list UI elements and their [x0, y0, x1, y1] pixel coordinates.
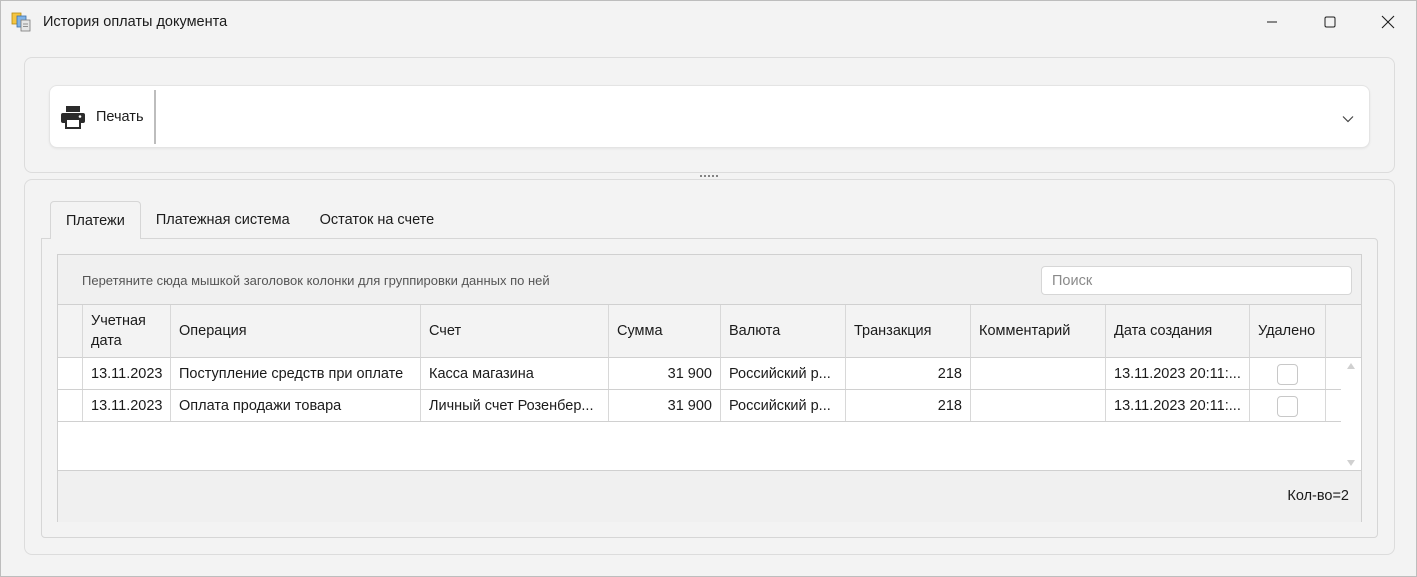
close-button[interactable] [1359, 1, 1417, 43]
col-header-deleted[interactable]: Удалено [1250, 305, 1326, 358]
tab-account-balance[interactable]: Остаток на счете [305, 201, 450, 239]
window-title: История оплаты документа [43, 14, 228, 30]
scroll-down-icon[interactable] [1346, 459, 1356, 467]
vertical-scrollbar[interactable] [1341, 358, 1361, 471]
printer-icon [61, 106, 85, 129]
cell-created[interactable]: 13.11.2023 20:11:... [1106, 390, 1250, 422]
cell-transaction[interactable]: 218 [846, 358, 971, 390]
cell-created[interactable]: 13.11.2023 20:11:... [1106, 358, 1250, 390]
col-header-amount[interactable]: Сумма [609, 305, 721, 358]
maximize-icon [1324, 16, 1336, 28]
cell-comment[interactable] [971, 390, 1106, 422]
header-filler [1326, 305, 1361, 358]
search-input[interactable] [1041, 266, 1352, 295]
cell-comment[interactable] [971, 358, 1106, 390]
title-bar: История оплаты документа [1, 1, 1416, 43]
minimize-button[interactable] [1243, 1, 1301, 43]
col-header-transaction[interactable]: Транзакция [846, 305, 971, 358]
cell-currency[interactable]: Российский р... [721, 358, 846, 390]
payment-history-window: История оплаты документа Печать Платежи … [0, 0, 1417, 577]
cell-account[interactable]: Личный счет Розенбер... [421, 390, 609, 422]
deleted-checkbox[interactable] [1277, 363, 1298, 385]
ribbon-expand-button[interactable] [1341, 112, 1355, 126]
minimize-icon [1267, 21, 1277, 23]
row-count: Кол-во=2 [1287, 488, 1349, 504]
group-by-panel[interactable]: Перетяните сюда мышкой заголовок колонки… [58, 255, 1361, 305]
cell-account[interactable]: Касса магазина [421, 358, 609, 390]
tab-payments[interactable]: Платежи [50, 201, 141, 239]
print-button[interactable]: Печать [60, 100, 154, 134]
deleted-checkbox[interactable] [1277, 395, 1298, 417]
row-divider [58, 421, 1341, 422]
row-indicator-header [58, 305, 83, 358]
cell-amount[interactable]: 31 900 [609, 358, 721, 390]
ribbon-toolbar: Печать [49, 85, 1370, 148]
cell-amount[interactable]: 31 900 [609, 390, 721, 422]
row-indicator[interactable] [58, 390, 83, 422]
close-icon [1381, 15, 1395, 29]
ribbon-separator [154, 90, 156, 144]
col-header-date[interactable]: Учетная дата [83, 305, 171, 358]
cell-currency[interactable]: Российский р... [721, 390, 846, 422]
row-indicator[interactable] [58, 358, 83, 390]
cell-date[interactable]: 13.11.2023 [83, 358, 171, 390]
documents-app-icon [11, 12, 31, 32]
group-by-hint: Перетяните сюда мышкой заголовок колонки… [82, 273, 550, 288]
cell-deleted[interactable] [1250, 358, 1326, 390]
grid-footer: Кол-во=2 [58, 470, 1361, 522]
cell-operation[interactable]: Поступление средств при оплате [171, 358, 421, 390]
cell-operation[interactable]: Оплата продажи товара [171, 390, 421, 422]
maximize-button[interactable] [1301, 1, 1359, 43]
cell-date[interactable]: 13.11.2023 [83, 390, 171, 422]
col-header-currency[interactable]: Валюта [721, 305, 846, 358]
col-header-account[interactable]: Счет [421, 305, 609, 358]
col-header-comment[interactable]: Комментарий [971, 305, 1106, 358]
print-label: Печать [96, 109, 144, 125]
col-header-operation[interactable]: Операция [171, 305, 421, 358]
cell-transaction[interactable]: 218 [846, 390, 971, 422]
cell-deleted[interactable] [1250, 390, 1326, 422]
scroll-up-icon[interactable] [1346, 362, 1356, 370]
tab-strip: Платежи Платежная система Остаток на сче… [50, 201, 449, 239]
tab-payment-system[interactable]: Платежная система [141, 201, 305, 239]
col-header-created[interactable]: Дата создания [1106, 305, 1250, 358]
payments-grid: Перетяните сюда мышкой заголовок колонки… [57, 254, 1362, 522]
chevron-down-icon [1342, 116, 1354, 123]
